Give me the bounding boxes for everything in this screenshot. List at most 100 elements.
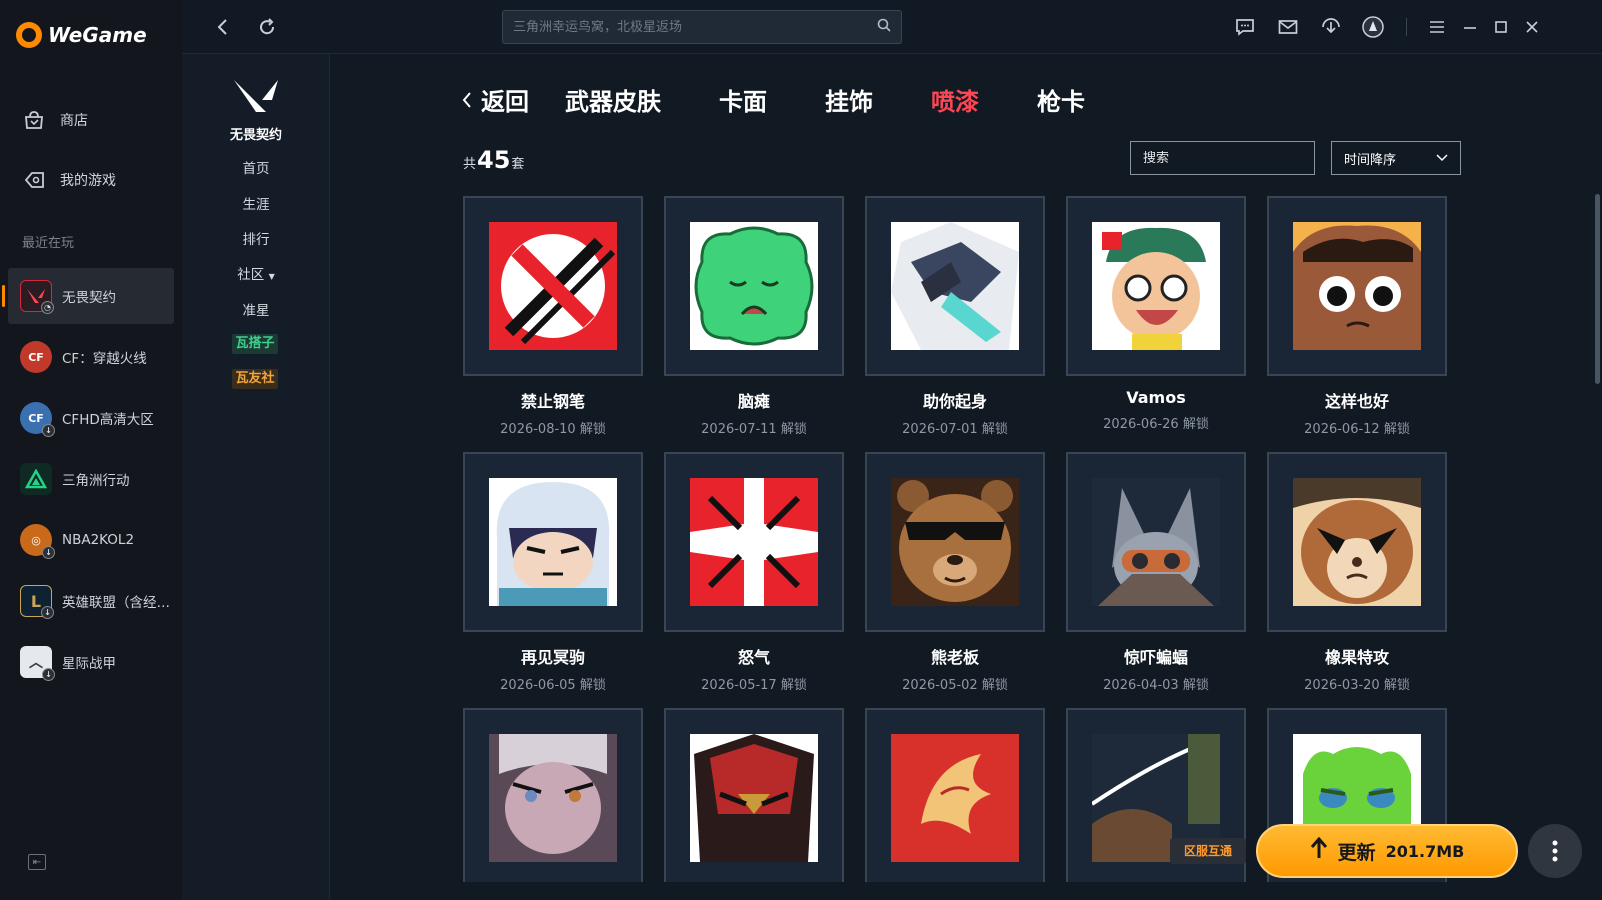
- mail-icon[interactable]: [1275, 14, 1301, 40]
- spray-card[interactable]: 再见冥驹 2026-06-05 解锁: [463, 452, 643, 693]
- back-arrow-icon[interactable]: [210, 14, 236, 40]
- more-options-button[interactable]: [1528, 824, 1582, 878]
- scrollbar[interactable]: [1595, 194, 1600, 384]
- spray-thumb: [1066, 452, 1246, 632]
- global-search[interactable]: [502, 10, 902, 44]
- nav-my-games[interactable]: 我的游戏: [22, 168, 116, 192]
- game-subnav: 无畏契约 首页 生涯 排行 社区 ▼ 准星 瓦搭子 瓦友社: [182, 54, 330, 900]
- download-badge-icon: ↓: [42, 424, 55, 437]
- spray-thumb: [1066, 196, 1246, 376]
- spray-no-pen-image: [489, 222, 617, 350]
- sidebar-game-delta[interactable]: 三角洲行动: [8, 451, 174, 507]
- spray-date: 2026-08-10 解锁: [500, 422, 606, 437]
- subnav-community[interactable]: 社区 ▼: [182, 263, 330, 283]
- spray-thumb: [1267, 196, 1447, 376]
- spray-card[interactable]: Vamos 2026-06-26 解锁: [1066, 196, 1246, 432]
- tab-weapon-skins[interactable]: 武器皮肤: [565, 82, 661, 117]
- games-icon: [22, 168, 46, 192]
- caret-down-icon: ▼: [268, 272, 275, 281]
- game-label: CFHD高清大区: [62, 412, 154, 428]
- spray-card[interactable]: [865, 708, 1045, 882]
- spray-name: 助你起身: [922, 392, 987, 411]
- sidebar-game-warframe[interactable]: ︿ ↓ 星际战甲: [8, 634, 174, 690]
- spray-date: 2026-05-17 解锁: [701, 678, 807, 693]
- sidebar-game-cfhd[interactable]: CF ↓ CFHD高清大区: [8, 390, 174, 446]
- refresh-icon[interactable]: [254, 14, 280, 40]
- spray-card[interactable]: 橡果特攻 2026-03-20 解锁: [1267, 452, 1447, 693]
- count-number: 45: [477, 146, 511, 174]
- update-button[interactable]: 更新 201.7MB: [1256, 824, 1518, 878]
- menu-icon[interactable]: [1424, 14, 1450, 40]
- subnav-ranking[interactable]: 排行: [182, 228, 330, 248]
- spray-goodbye-image: [489, 478, 617, 606]
- spray-card[interactable]: 脑瘫 2026-07-11 解锁: [664, 196, 844, 437]
- game-label: CF：穿越火线: [62, 351, 147, 367]
- count-suffix: 套: [511, 157, 525, 172]
- spray-card[interactable]: 禁止钢笔 2026-08-10 解锁: [463, 196, 643, 437]
- spray-card[interactable]: 熊老板 2026-05-02 解锁: [865, 452, 1045, 693]
- spray-thumb: [865, 452, 1045, 632]
- collapse-sidebar-icon[interactable]: ⇤: [28, 854, 46, 870]
- cfhd-icon: CF ↓: [20, 402, 55, 437]
- tag-wayoushe[interactable]: 瓦友社: [232, 369, 278, 389]
- download-badge-icon: ↓: [42, 668, 55, 681]
- left-sidebar: WeGame 商店 我的游戏 最近在玩 ◔ 无畏契约 CF CF：穿越火线 CF…: [0, 0, 182, 900]
- spray-search[interactable]: [1130, 141, 1315, 175]
- minimize-icon[interactable]: [1457, 14, 1483, 40]
- spray-image: [891, 734, 1019, 862]
- topbar-divider: [1406, 18, 1407, 36]
- spray-card[interactable]: [664, 708, 844, 882]
- sidebar-game-cf[interactable]: CF CF：穿越火线: [8, 329, 174, 385]
- app-name: WeGame: [48, 23, 147, 47]
- spray-boss-bear-image: [891, 478, 1019, 606]
- spray-name: Vamos: [1126, 388, 1186, 407]
- spray-thumb: [1267, 452, 1447, 632]
- nav-my-games-label: 我的游戏: [60, 173, 116, 189]
- spray-card[interactable]: 助你起身 2026-07-01 解锁: [865, 196, 1045, 437]
- user-avatar-icon[interactable]: [1360, 14, 1386, 40]
- spray-card[interactable]: 惊吓蝙蝠 2026-04-03 解锁: [1066, 452, 1246, 693]
- spray-date: 2026-06-05 解锁: [500, 678, 606, 693]
- region-badge[interactable]: 区服互通: [1170, 838, 1246, 864]
- wegame-logo[interactable]: WeGame: [16, 22, 147, 48]
- global-search-input[interactable]: [513, 19, 877, 35]
- spray-date: 2026-04-03 解锁: [1103, 678, 1209, 693]
- subnav-home[interactable]: 首页: [182, 157, 330, 177]
- tab-sprays[interactable]: 喷漆: [931, 82, 979, 117]
- spray-scary-bat-image: [1092, 478, 1220, 606]
- subnav-crosshair[interactable]: 准星: [182, 299, 330, 319]
- nav-store[interactable]: 商店: [22, 108, 88, 132]
- search-icon[interactable]: [877, 18, 891, 36]
- spray-name: 怒气: [737, 648, 770, 667]
- game-name: 无畏契约: [229, 128, 282, 143]
- spray-card[interactable]: 这样也好 2026-06-12 解锁: [1267, 196, 1447, 437]
- game-label: 三角洲行动: [62, 473, 130, 489]
- spray-card[interactable]: 怒气 2026-05-17 解锁: [664, 452, 844, 693]
- download-manager-icon[interactable]: [1318, 14, 1344, 40]
- spray-name: 惊吓蝙蝠: [1123, 648, 1188, 667]
- spray-name: 禁止钢笔: [520, 392, 585, 411]
- spray-date: 2026-05-02 解锁: [902, 678, 1008, 693]
- tab-charms[interactable]: 挂饰: [825, 82, 873, 117]
- maximize-icon[interactable]: [1488, 14, 1514, 40]
- close-icon[interactable]: [1519, 14, 1545, 40]
- chat-icon[interactable]: [1232, 14, 1258, 40]
- spray-date: 2026-07-11 解锁: [701, 422, 807, 437]
- sort-dropdown[interactable]: 时间降序: [1331, 141, 1461, 175]
- spray-card[interactable]: [463, 708, 643, 882]
- game-label: 星际战甲: [62, 656, 116, 672]
- spray-image: [489, 734, 617, 862]
- tag-wadazi[interactable]: 瓦搭子: [232, 334, 278, 354]
- nav-store-label: 商店: [60, 113, 88, 129]
- back-button[interactable]: 返回: [461, 82, 529, 117]
- game-label: 无畏契约: [62, 290, 116, 306]
- tab-cards[interactable]: 卡面: [719, 82, 767, 117]
- sort-label: 时间降序: [1344, 152, 1397, 168]
- sidebar-game-valorant[interactable]: ◔ 无畏契约: [2, 268, 174, 324]
- spray-search-input[interactable]: [1143, 150, 1302, 166]
- sidebar-game-lol[interactable]: L ↓ 英雄联盟（含经…: [8, 573, 174, 629]
- sidebar-game-nba[interactable]: ◎ ↓ NBA2KOL2: [8, 512, 174, 568]
- valorant-logo[interactable]: 无畏契约: [226, 76, 286, 143]
- subnav-career[interactable]: 生涯: [182, 193, 330, 213]
- tab-player-cards[interactable]: 枪卡: [1037, 82, 1085, 117]
